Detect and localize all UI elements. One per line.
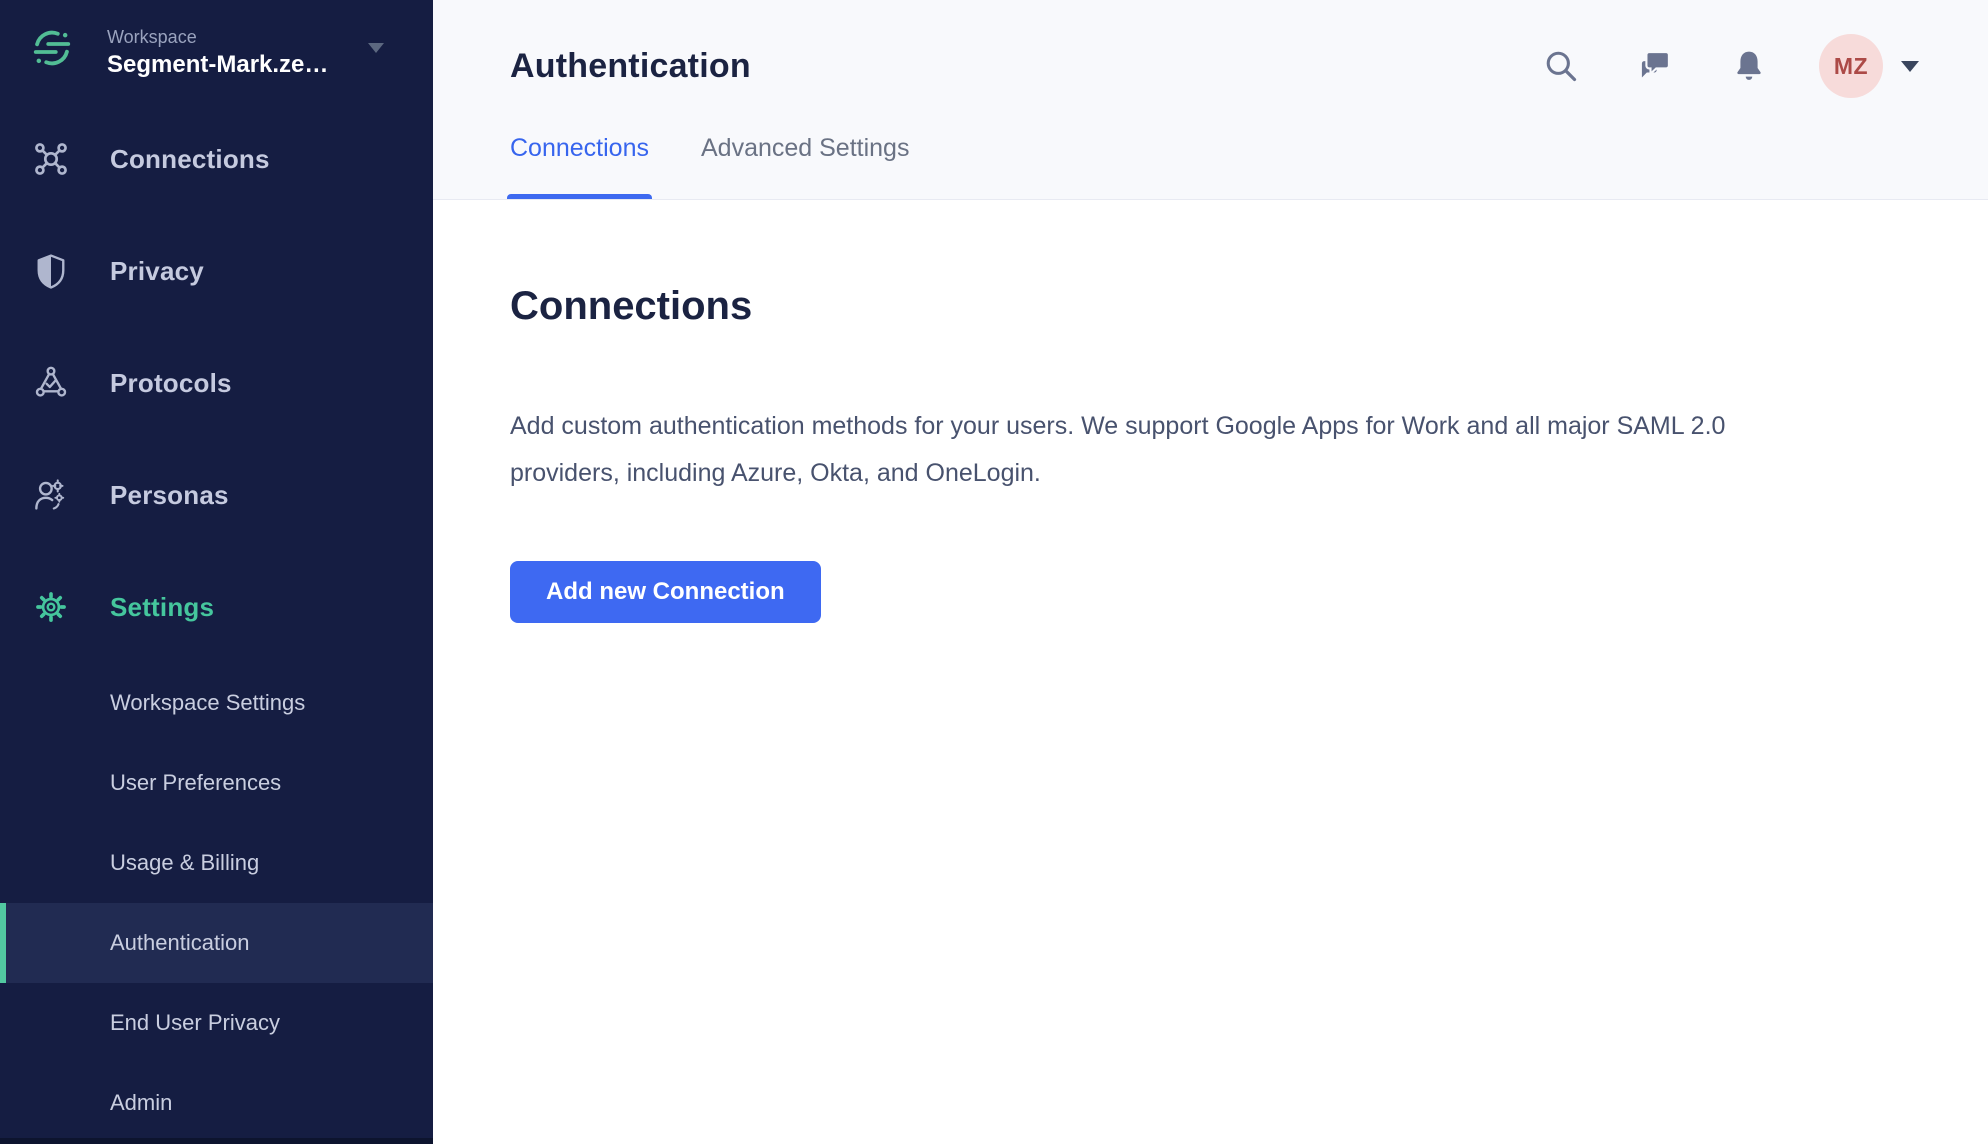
sub-item-label: Usage & Billing bbox=[110, 850, 259, 876]
sidebar-item-user-preferences[interactable]: User Preferences bbox=[0, 743, 433, 823]
sidebar-item-settings[interactable]: Settings bbox=[0, 551, 433, 663]
sidebar-item-label: Settings bbox=[110, 592, 214, 623]
sidebar-item-label: Connections bbox=[110, 144, 270, 175]
section-heading: Connections bbox=[510, 284, 1921, 329]
page-title: Authentication bbox=[510, 47, 751, 86]
sidebar-item-label: Privacy bbox=[110, 256, 204, 287]
segment-logo-icon bbox=[32, 28, 72, 68]
workspace-name: Segment-Mark.ze… bbox=[107, 50, 328, 80]
shield-icon bbox=[32, 252, 70, 290]
tab-connections[interactable]: Connections bbox=[510, 134, 649, 199]
sub-item-label: End User Privacy bbox=[110, 1010, 280, 1036]
sub-item-label: Authentication bbox=[110, 930, 249, 956]
sidebar-item-label: Protocols bbox=[110, 368, 232, 399]
sidebar-item-authentication[interactable]: Authentication bbox=[0, 903, 433, 983]
sidebar-item-admin[interactable]: Admin bbox=[0, 1063, 433, 1143]
sidebar-item-personas[interactable]: Personas bbox=[0, 439, 433, 551]
protocols-icon bbox=[32, 364, 70, 402]
sidebar-item-workspace-settings[interactable]: Workspace Settings bbox=[0, 663, 433, 743]
avatar-initials: MZ bbox=[1834, 53, 1868, 80]
settings-subnav: Workspace Settings User Preferences Usag… bbox=[0, 663, 433, 1143]
sub-item-label: Admin bbox=[110, 1090, 172, 1116]
sub-item-label: Workspace Settings bbox=[110, 690, 305, 716]
sidebar: Workspace Segment-Mark.ze… bbox=[0, 0, 433, 1144]
header-actions: MZ bbox=[1543, 34, 1921, 98]
sidebar-item-privacy[interactable]: Privacy bbox=[0, 215, 433, 327]
search-icon[interactable] bbox=[1543, 48, 1579, 84]
tab-advanced-settings[interactable]: Advanced Settings bbox=[701, 134, 909, 199]
gear-icon bbox=[32, 588, 70, 626]
workspace-label: Workspace bbox=[107, 26, 328, 48]
bell-icon[interactable] bbox=[1731, 48, 1767, 84]
workspace-caret-icon bbox=[367, 42, 385, 54]
personas-icon bbox=[32, 476, 70, 514]
sidebar-item-end-user-privacy[interactable]: End User Privacy bbox=[0, 983, 433, 1063]
avatar[interactable]: MZ bbox=[1819, 34, 1883, 98]
tab-bar: Connections Advanced Settings bbox=[510, 134, 909, 199]
sidebar-item-protocols[interactable]: Protocols bbox=[0, 327, 433, 439]
main-panel: Authentication MZ bbox=[433, 0, 1988, 1144]
user-menu-caret-icon[interactable] bbox=[1899, 59, 1921, 74]
page-header: Authentication MZ bbox=[433, 0, 1988, 200]
sub-item-label: User Preferences bbox=[110, 770, 281, 796]
sidebar-item-label: Personas bbox=[110, 480, 229, 511]
workspace-switcher[interactable]: Workspace Segment-Mark.ze… bbox=[0, 0, 433, 80]
section-description: Add custom authentication methods for yo… bbox=[510, 403, 1778, 497]
app-window: Workspace Segment-Mark.ze… bbox=[0, 0, 1988, 1144]
sidebar-item-usage-billing[interactable]: Usage & Billing bbox=[0, 823, 433, 903]
sidebar-nav: Connections Privacy Protocols bbox=[0, 103, 433, 663]
sidebar-item-connections[interactable]: Connections bbox=[0, 103, 433, 215]
sidebar-bottom-strip bbox=[0, 1138, 433, 1144]
connections-icon bbox=[32, 140, 70, 178]
add-new-connection-button[interactable]: Add new Connection bbox=[510, 561, 821, 623]
chat-icon[interactable] bbox=[1637, 48, 1673, 84]
content-area: Connections Add custom authentication me… bbox=[433, 200, 1988, 623]
